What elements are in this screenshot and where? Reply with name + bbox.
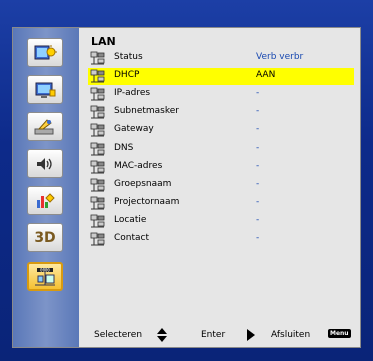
lan-icon[interactable]: 0000 [27,262,63,291]
menu-row-value: - [256,142,260,153]
osd-menu: 3D 0000 LAN Status Verb verbr DHCP AAN IP-ad… [12,27,361,348]
network-icon [90,196,105,211]
menu-row-label: Contact [114,233,150,243]
menu-row-contact[interactable]: Contact - [88,231,354,248]
menu-row-label: Groepsnaam [114,178,172,189]
menu-row-label: MAC-adres [114,160,163,171]
display-settings-icon[interactable] [27,75,63,104]
network-icon [90,51,105,66]
menu-row-label: DHCP [114,70,140,81]
image-settings-icon[interactable] [27,38,63,67]
menu-row-subnetmasker[interactable]: Subnetmasker - [88,104,354,121]
network-icon [90,87,105,102]
enter-hint: Enter [201,330,226,340]
menu-row-gateway[interactable]: Gateway - [88,122,354,139]
network-icon [90,105,105,120]
right-arrow-icon [247,329,255,344]
menu-row-ip-adres[interactable]: IP-adres - [88,86,354,103]
menu-row-label: DNS [114,142,134,153]
menu-row-value: - [256,106,260,117]
network-icon [90,142,105,157]
select-hint: Selecteren [94,330,143,340]
network-icon [90,214,105,229]
menu-row-label: Status [114,52,143,62]
menu-row-mac-adres[interactable]: MAC-adres - [88,159,354,176]
menu-row-status[interactable]: Status Verb verbr [88,50,354,67]
menu-row-dhcp[interactable]: DHCP AAN [88,68,354,86]
3d-icon[interactable]: 3D [27,223,63,252]
menu-row-value: - [256,214,260,225]
menu-row-value: - [256,178,260,189]
page-title: LAN [91,35,116,48]
osd-frame: 3D 0000 LAN Status Verb verbr DHCP AAN IP-ad… [0,0,373,361]
options-icon[interactable] [27,186,63,215]
up-down-arrow-icon [157,328,167,345]
menu-row-dns[interactable]: DNS - [88,141,354,158]
menu-row-value: - [256,124,260,135]
network-icon [90,69,105,84]
network-icon [90,178,105,193]
exit-hint: Afsluiten [271,330,311,340]
menu-row-value: AAN [256,70,276,81]
menu-row-value: - [256,160,260,171]
menu-row-locatie[interactable]: Locatie - [88,213,354,230]
setup-icon[interactable] [27,112,63,141]
menu-row-value: - [256,88,260,99]
menu-key-icon: Menu [328,329,351,338]
lan-panel: LAN Status Verb verbr DHCP AAN IP-adres - Subn… [79,28,360,347]
network-icon [90,160,105,175]
sidebar: 3D 0000 [13,28,79,347]
menu-row-groepsnaam[interactable]: Groepsnaam - [88,177,354,194]
network-icon [90,123,105,138]
menu-row-value: - [256,233,260,243]
menu-row-label: Subnetmasker [114,106,179,117]
menu-row-label: Gateway [114,124,154,135]
menu-row-label: Locatie [114,214,147,225]
menu-row-label: Projectornaam [114,196,180,207]
volume-icon[interactable] [27,149,63,178]
footer-hints: Selecteren Enter Afsluiten Menu [79,328,360,344]
menu-row-value: Verb verbr [256,52,304,62]
menu-row-label: IP-adres [114,88,151,99]
menu-row-projectornaam[interactable]: Projectornaam - [88,195,354,212]
svg-text:0000: 0000 [40,267,50,272]
network-icon [90,232,105,247]
menu-row-value: - [256,196,260,207]
